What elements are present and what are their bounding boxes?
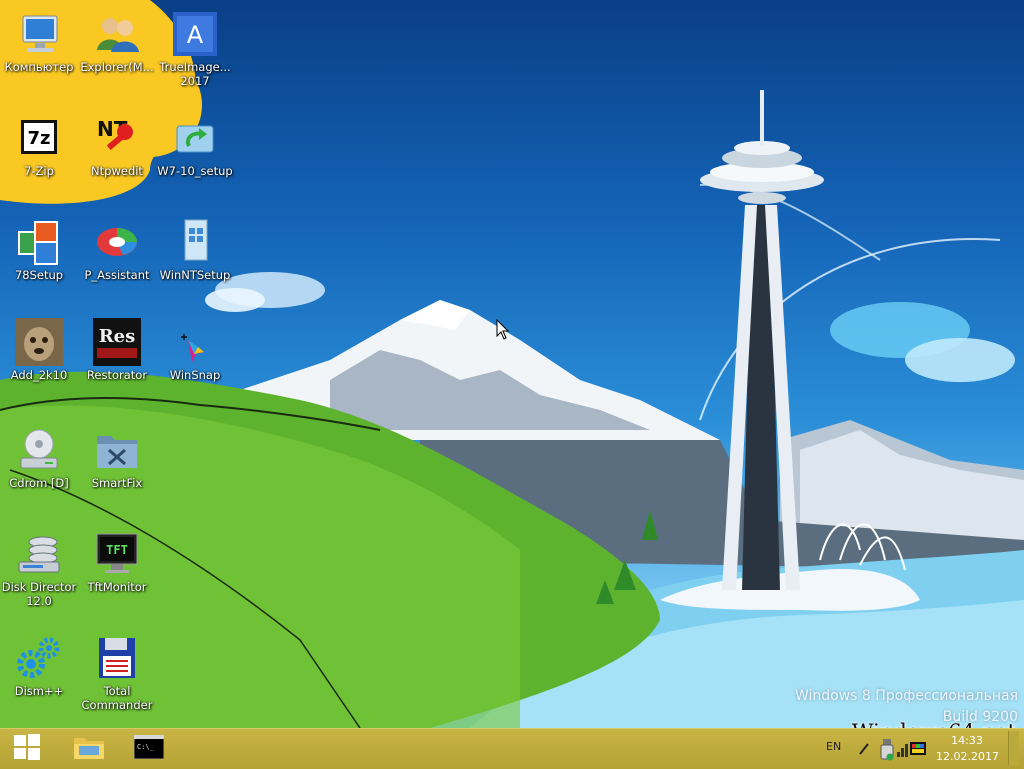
total-commander-icon <box>93 634 141 682</box>
taskbar: C:\_ EN 14:33 12.02.2017 <box>0 728 1024 769</box>
desktop-icon-p-assistant[interactable]: P_Assistant <box>79 218 155 282</box>
cdrom-icon <box>15 426 63 474</box>
setup-icon <box>171 114 219 162</box>
7zip-icon: 7z <box>15 114 63 162</box>
users-icon <box>93 10 141 58</box>
restorator-icon: Res <box>93 318 141 366</box>
clock[interactable]: 14:33 12.02.2017 <box>936 733 999 765</box>
desktop-icon-ntpwedit[interactable]: NT Ntpwedit <box>79 114 155 178</box>
partition-assistant-icon <box>93 218 141 266</box>
clock-time: 14:33 <box>951 734 983 747</box>
command-prompt-button[interactable]: C:\_ <box>122 729 176 769</box>
dism-icon <box>15 634 63 682</box>
display-settings-icon[interactable] <box>910 742 926 762</box>
restorator-glyph: Res <box>99 326 136 347</box>
7zip-glyph: 7z <box>27 128 50 149</box>
terminal-icon: C:\_ <box>133 734 165 763</box>
winsnap-icon <box>180 332 210 366</box>
desktop-icon-w7-10-setup[interactable]: W7-10_setup <box>157 114 233 178</box>
desktop-icon-explorer[interactable]: Explorer(M... <box>79 10 155 74</box>
disk-director-icon <box>15 530 63 578</box>
system-tray-icons <box>880 739 928 761</box>
desktop-icon-cdrom[interactable]: Cdrom [D] <box>1 426 77 490</box>
show-desktop-button[interactable] <box>1008 731 1019 765</box>
ntpwedit-icon: NT <box>93 114 141 162</box>
acronis-icon: A <box>171 10 219 58</box>
tftmonitor-glyph: TFT <box>106 543 128 557</box>
desktop-icon-smartfix[interactable]: SmartFix <box>79 426 155 490</box>
acronis-glyph: A <box>187 21 204 49</box>
winntsetup-icon <box>171 218 219 266</box>
clock-date: 12.02.2017 <box>936 750 999 763</box>
desktop-icon-disk-director[interactable]: Disk Director 12.0 <box>1 530 77 608</box>
tray-pen-icon[interactable] <box>858 741 870 755</box>
terminal-glyph: C:\_ <box>137 743 155 751</box>
folder-icon <box>73 733 105 765</box>
mouse-cursor-icon <box>496 318 510 345</box>
file-explorer-button[interactable] <box>62 729 116 769</box>
desktop-icon-total-commander[interactable]: Total Commander <box>79 634 155 712</box>
network-icon[interactable] <box>896 742 910 762</box>
usb-drive-icon[interactable] <box>880 739 894 765</box>
desktop-icon-winsnap[interactable]: WinSnap <box>157 332 233 382</box>
start-button[interactable] <box>0 729 54 769</box>
desktop-icon-trueimage[interactable]: A TrueImage... 2017 <box>157 10 233 88</box>
desktop-icon-restorator[interactable]: Res Restorator <box>79 318 155 382</box>
add2k10-icon <box>15 318 63 366</box>
desktop-icon-winntsetup[interactable]: WinNTSetup <box>157 218 233 282</box>
desktop-icon-add2k10[interactable]: Add_2k10 <box>1 318 77 382</box>
tftmonitor-icon: TFT <box>93 530 141 578</box>
edition-label: Windows 8 Профессиональная <box>794 688 1018 704</box>
desktop-icon-7zip[interactable]: 7z 7-Zip <box>1 114 77 178</box>
desktop-icon-dism[interactable]: Dism++ <box>1 634 77 698</box>
smartfix-icon <box>93 426 141 474</box>
computer-icon <box>15 10 63 58</box>
windows-logo-icon <box>13 733 41 765</box>
language-indicator[interactable]: EN <box>826 740 841 753</box>
desktop-icon-tftmonitor[interactable]: TFT TftMonitor <box>79 530 155 594</box>
desktop-icon-78setup[interactable]: 78Setup <box>1 218 77 282</box>
78setup-icon <box>15 218 63 266</box>
desktop-icon-computer[interactable]: Компьютер <box>1 10 77 74</box>
